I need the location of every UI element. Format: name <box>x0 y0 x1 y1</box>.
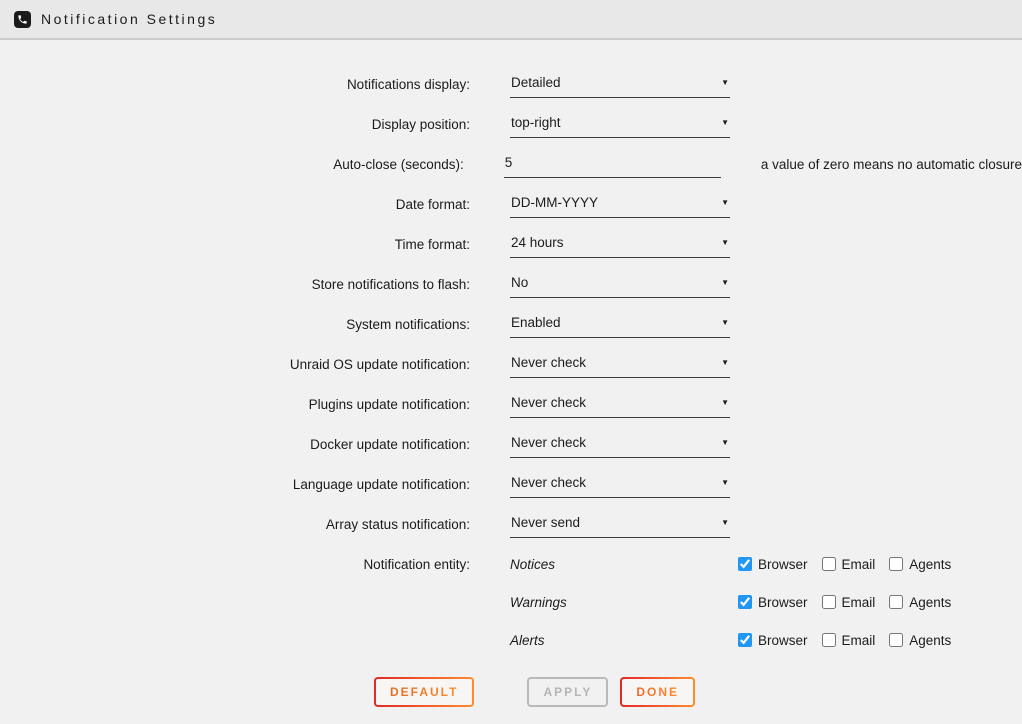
checkbox-label: Browser <box>758 633 808 648</box>
time-format-select[interactable]: 24 hours <box>510 234 730 258</box>
checkbox-label: Browser <box>758 557 808 572</box>
form-row-notifications-display: Notifications display: Detailed ▼ <box>0 65 1022 105</box>
store-to-flash-select[interactable]: No <box>510 274 730 298</box>
button-bar: DEFAULT APPLY DONE <box>0 677 1022 707</box>
field-label: Notifications display: <box>0 65 470 105</box>
form-row-store-to-flash: Store notifications to flash: No ▼ <box>0 265 1022 305</box>
checkbox-label: Agents <box>909 557 951 572</box>
notification-bell-icon <box>14 11 31 28</box>
page-header: Notification Settings <box>0 0 1022 40</box>
apply-button[interactable]: APPLY <box>527 677 608 707</box>
entity-name-warnings: Warnings <box>510 595 738 610</box>
form-row-date-format: Date format: DD-MM-YYYY ▼ <box>0 185 1022 225</box>
entity-row-alerts: Alerts Browser Email Agents <box>0 621 1022 659</box>
form-row-display-position: Display position: top-right ▼ <box>0 105 1022 145</box>
page-title: Notification Settings <box>41 11 217 27</box>
checkbox-label: Agents <box>909 633 951 648</box>
language-update-select[interactable]: Never check <box>510 474 730 498</box>
docker-update-select[interactable]: Never check <box>510 434 730 458</box>
form-row-time-format: Time format: 24 hours ▼ <box>0 225 1022 265</box>
settings-form: Notifications display: Detailed ▼ Displa… <box>0 40 1022 707</box>
auto-close-input[interactable] <box>504 154 721 178</box>
warnings-browser-checkbox[interactable]: Browser <box>738 595 808 610</box>
alerts-browser-checkbox[interactable]: Browser <box>738 633 808 648</box>
checkbox-label: Email <box>842 557 876 572</box>
alerts-agents-checkbox[interactable]: Agents <box>889 633 951 648</box>
done-button[interactable]: DONE <box>620 677 695 707</box>
system-notifications-select[interactable]: Enabled <box>510 314 730 338</box>
entity-name-notices: Notices <box>510 557 738 572</box>
notices-browser-checkbox[interactable]: Browser <box>738 557 808 572</box>
field-label: Auto-close (seconds): <box>0 145 464 185</box>
field-label: Plugins update notification: <box>0 385 470 425</box>
field-label: Array status notification: <box>0 505 470 545</box>
date-format-select[interactable]: DD-MM-YYYY <box>510 194 730 218</box>
default-button[interactable]: DEFAULT <box>374 677 474 707</box>
checkbox-label: Email <box>842 595 876 610</box>
field-label: Store notifications to flash: <box>0 265 470 305</box>
alerts-email-checkbox[interactable]: Email <box>822 633 876 648</box>
os-update-select[interactable]: Never check <box>510 354 730 378</box>
warnings-agents-checkbox[interactable]: Agents <box>889 595 951 610</box>
field-label: Date format: <box>0 185 470 225</box>
form-row-docker-update: Docker update notification: Never check … <box>0 425 1022 465</box>
field-label: Time format: <box>0 225 470 265</box>
checkbox-label: Browser <box>758 595 808 610</box>
field-label: Language update notification: <box>0 465 470 505</box>
form-row-plugins-update: Plugins update notification: Never check… <box>0 385 1022 425</box>
notices-agents-checkbox[interactable]: Agents <box>889 557 951 572</box>
form-row-array-status: Array status notification: Never send ▼ <box>0 505 1022 545</box>
warnings-email-checkbox[interactable]: Email <box>822 595 876 610</box>
entity-row-notices: Notification entity: Notices Browser Ema… <box>0 545 1022 583</box>
field-label: Display position: <box>0 105 470 145</box>
form-row-system-notifications: System notifications: Enabled ▼ <box>0 305 1022 345</box>
notifications-display-select[interactable]: Detailed <box>510 74 730 98</box>
entity-name-alerts: Alerts <box>510 633 738 648</box>
form-row-os-update: Unraid OS update notification: Never che… <box>0 345 1022 385</box>
field-label: Unraid OS update notification: <box>0 345 470 385</box>
notices-email-checkbox[interactable]: Email <box>822 557 876 572</box>
display-position-select[interactable]: top-right <box>510 114 730 138</box>
array-status-select[interactable]: Never send <box>510 514 730 538</box>
form-row-auto-close: Auto-close (seconds): a value of zero me… <box>0 145 1022 185</box>
form-row-language-update: Language update notification: Never chec… <box>0 465 1022 505</box>
auto-close-helper-text: a value of zero means no automatic closu… <box>761 145 1022 185</box>
checkbox-label: Agents <box>909 595 951 610</box>
checkbox-label: Email <box>842 633 876 648</box>
field-label: Docker update notification: <box>0 425 470 465</box>
field-label: Notification entity: <box>0 557 470 572</box>
plugins-update-select[interactable]: Never check <box>510 394 730 418</box>
entity-row-warnings: Warnings Browser Email Agents <box>0 583 1022 621</box>
field-label: System notifications: <box>0 305 470 345</box>
